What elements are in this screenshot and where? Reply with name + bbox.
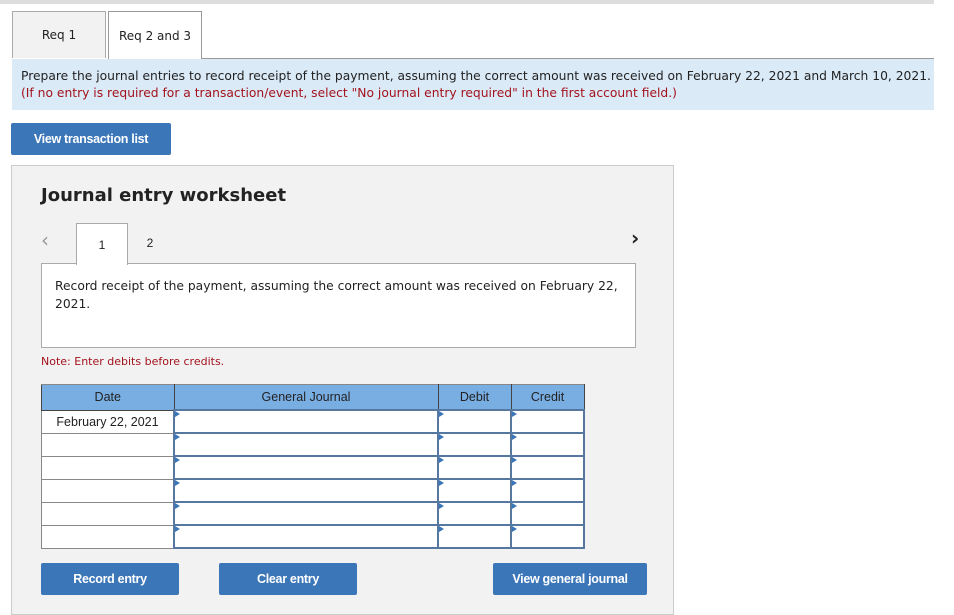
date-cell[interactable]: February 22, 2021 [41, 409, 175, 434]
credit-input[interactable] [510, 501, 585, 526]
chevron-left-icon[interactable]: ‹ [41, 230, 55, 250]
table-row [41, 478, 585, 503]
instructions-note: (If no entry is required for a transacti… [21, 85, 677, 100]
debit-input[interactable] [437, 524, 512, 549]
date-cell[interactable] [41, 455, 175, 480]
tab-req-2-and-3[interactable]: Req 2 and 3 [108, 11, 202, 59]
view-general-journal-button[interactable]: View general journal [493, 563, 647, 595]
credit-input[interactable] [510, 524, 585, 549]
instructions-box: Prepare the journal entries to record re… [12, 59, 934, 110]
account-select[interactable] [173, 432, 439, 457]
account-select[interactable] [173, 501, 439, 526]
debit-input[interactable] [437, 409, 512, 434]
tab-label: Req 2 and 3 [118, 28, 192, 43]
entry-tab-label: 2 [146, 236, 154, 250]
credit-input[interactable] [510, 432, 585, 457]
credit-input[interactable] [510, 409, 585, 434]
view-transaction-list-button[interactable]: View transaction list [11, 123, 171, 155]
record-entry-button[interactable]: Record entry [41, 563, 179, 595]
header-general-journal: General Journal [173, 384, 439, 411]
instructions-text: Prepare the journal entries to record re… [21, 69, 931, 83]
date-cell[interactable] [41, 501, 175, 526]
account-select[interactable] [173, 455, 439, 480]
debit-input[interactable] [437, 501, 512, 526]
chevron-right-icon[interactable]: › [631, 228, 645, 248]
header-date: Date [41, 384, 175, 411]
table-row: February 22, 2021 [41, 409, 585, 434]
account-select[interactable] [173, 478, 439, 503]
table-header-row: Date General Journal Debit Credit [41, 384, 585, 411]
header-credit: Credit [510, 384, 585, 411]
date-cell[interactable] [41, 524, 175, 549]
entry-description: Record receipt of the payment, assuming … [41, 263, 636, 348]
worksheet-title: Journal entry worksheet [41, 185, 287, 206]
date-cell[interactable] [41, 432, 175, 457]
tab-req-1[interactable]: Req 1 [12, 11, 106, 58]
credit-input[interactable] [510, 478, 585, 503]
journal-entry-worksheet: Journal entry worksheet ‹ 1 2 › Record r… [11, 165, 674, 615]
header-debit: Debit [437, 384, 512, 411]
debit-input[interactable] [437, 432, 512, 457]
debit-input[interactable] [437, 478, 512, 503]
table-row [41, 524, 585, 549]
account-select[interactable] [173, 524, 439, 549]
tab-label: Req 1 [41, 28, 77, 42]
credit-input[interactable] [510, 455, 585, 480]
account-select[interactable] [173, 409, 439, 434]
table-row [41, 432, 585, 457]
entry-tab-2[interactable]: 2 [126, 223, 174, 263]
debit-input[interactable] [437, 455, 512, 480]
top-divider [0, 0, 934, 4]
debits-note: Note: Enter debits before credits. [41, 355, 225, 368]
entry-tab-1[interactable]: 1 [76, 223, 128, 265]
table-row [41, 501, 585, 526]
clear-entry-button[interactable]: Clear entry [219, 563, 357, 595]
date-cell[interactable] [41, 478, 175, 503]
entry-tab-label: 1 [98, 237, 106, 252]
journal-table: Date General Journal Debit Credit Februa… [41, 384, 585, 549]
table-row [41, 455, 585, 480]
